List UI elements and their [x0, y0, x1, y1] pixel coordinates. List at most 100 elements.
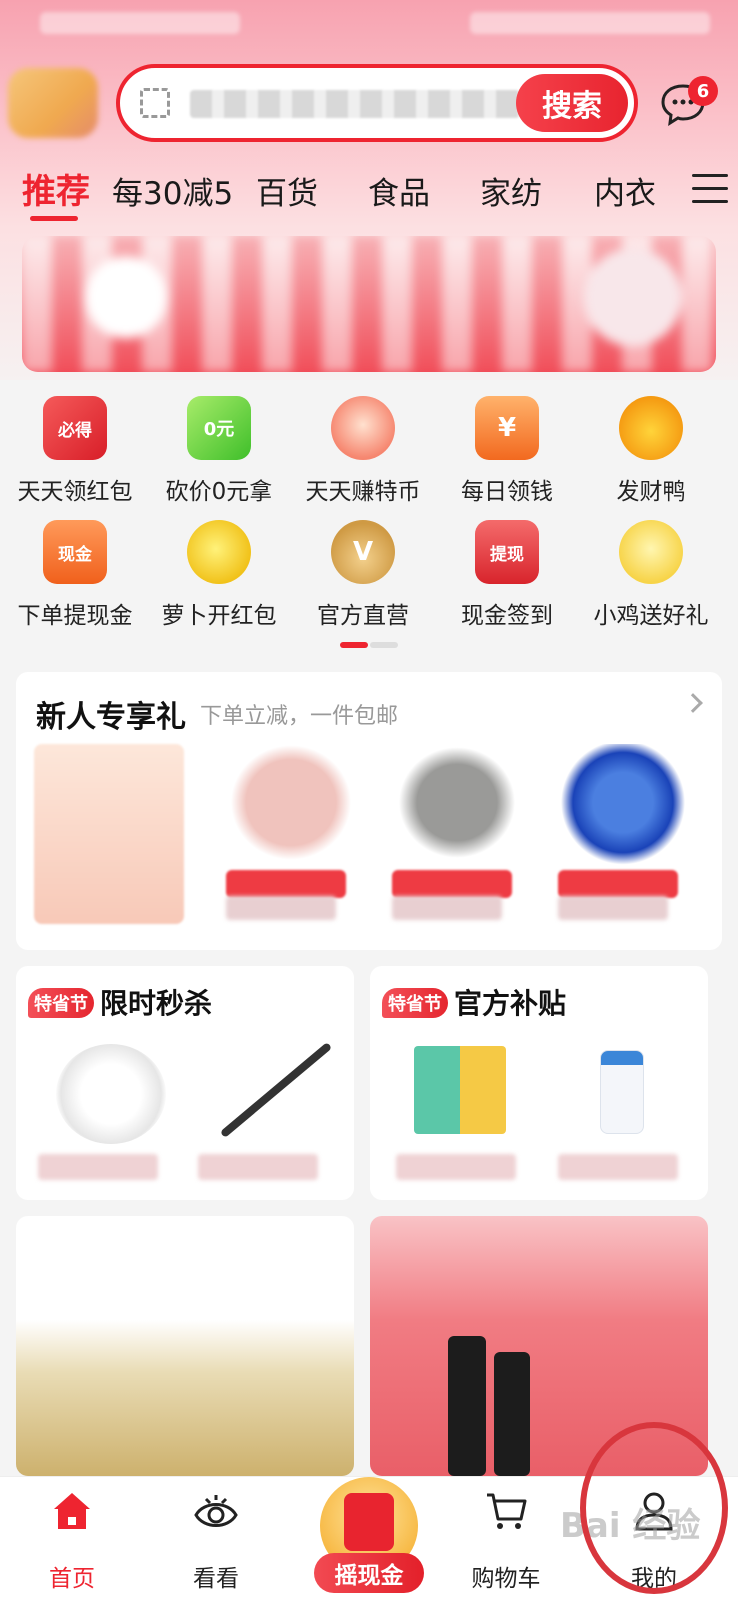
- product-sock-image: [382, 744, 532, 874]
- tab-cart[interactable]: 购物车: [436, 1477, 576, 1600]
- shortcut-chick-gift[interactable]: 小鸡送好礼: [578, 512, 724, 634]
- chevron-right-icon[interactable]: [683, 693, 703, 713]
- tab-home[interactable]: 首页: [2, 1477, 142, 1600]
- festival-badge: 特省节: [28, 988, 94, 1018]
- shortcut-label: 萝卜开红包: [161, 603, 277, 629]
- shortcut-lucky-duck[interactable]: 发财鸭: [578, 388, 724, 510]
- app-logo[interactable]: [8, 68, 98, 138]
- shortcut-grid: 必得 天天领红包 0元 砍价0元拿 天天赚特币 ¥ 每日领钱 发财鸭 现金 下单…: [0, 384, 738, 654]
- tab-every30-minus5[interactable]: 每30减5: [112, 168, 233, 213]
- product-price: [392, 896, 502, 920]
- tab-watch[interactable]: 看看: [146, 1477, 286, 1600]
- tab-cart-label: 购物车: [471, 1566, 541, 1592]
- promo-banner[interactable]: [22, 236, 716, 372]
- zero-yuan-hand-icon: 0元: [187, 396, 251, 460]
- chick-icon: [619, 520, 683, 584]
- product-price: [558, 896, 668, 920]
- shortcut-earn-coins[interactable]: 天天赚特币: [290, 388, 436, 510]
- product-price: [198, 1154, 318, 1180]
- message-button[interactable]: 6: [660, 76, 720, 136]
- pager-dot-active: [340, 642, 368, 648]
- tab-watch-label: 看看: [193, 1566, 239, 1592]
- flash-sale-title: 限时秒杀: [100, 987, 213, 1020]
- cart-cash-icon: 现金: [43, 520, 107, 584]
- tab-general-goods[interactable]: 百货: [256, 168, 318, 213]
- product-football-image: [548, 744, 698, 874]
- shortcut-carrot-envelope[interactable]: 萝卜开红包: [146, 512, 292, 634]
- message-badge: 6: [688, 76, 718, 106]
- cat-coin-icon: [331, 396, 395, 460]
- shortcut-label: 现金签到: [461, 603, 553, 629]
- highlight-circle: [580, 1422, 728, 1594]
- shortcut-label: 小鸡送好礼: [593, 603, 709, 629]
- newbie-coupon[interactable]: [34, 744, 184, 924]
- withdraw-box-icon: 提现: [475, 520, 539, 584]
- shortcut-label: 下单提现金: [17, 603, 133, 629]
- red-envelope-icon: 必得: [43, 396, 107, 460]
- newbie-product[interactable]: [382, 744, 532, 924]
- product-lotion-image[interactable]: [600, 1050, 644, 1134]
- shortcut-official-store[interactable]: V 官方直营: [290, 512, 436, 634]
- red-envelope-icon: [344, 1493, 394, 1551]
- tab-shake-cash[interactable]: 摇现金: [314, 1469, 424, 1600]
- newbie-tag: [226, 870, 346, 898]
- product-boots-image: [494, 1352, 530, 1476]
- tab-shake-cash-label: 摇现金: [314, 1553, 424, 1593]
- shortcut-label: 砍价0元拿: [165, 479, 273, 505]
- shortcut-bargain[interactable]: 0元 砍价0元拿: [146, 388, 292, 510]
- festival-badge: 特省节: [382, 988, 448, 1018]
- product-boots-image: [448, 1336, 486, 1476]
- subsidy-card[interactable]: 特省节 官方补贴: [370, 966, 708, 1200]
- shortcut-red-envelope[interactable]: 必得 天天领红包: [2, 388, 148, 510]
- status-bar: [0, 0, 738, 50]
- carrot-envelope-icon: [187, 520, 251, 584]
- search-button[interactable]: 搜索: [516, 74, 628, 132]
- product-price: [396, 1154, 516, 1180]
- wallet-yuan-icon: ¥: [475, 396, 539, 460]
- search-input[interactable]: 搜索: [116, 64, 638, 142]
- newbie-tag: [392, 870, 512, 898]
- newbie-gift-card[interactable]: 新人专享礼 下单立减，一件包邮: [16, 672, 722, 950]
- search-placeholder: [190, 90, 520, 118]
- product-cotton-pads-image[interactable]: [56, 1044, 166, 1144]
- tab-underwear[interactable]: 内衣: [594, 168, 656, 213]
- shortcut-order-cash[interactable]: 现金 下单提现金: [2, 512, 148, 634]
- shortcut-label: 天天赚特币: [305, 479, 421, 505]
- rabbit-v-icon: V: [331, 520, 395, 584]
- grid-pager: [340, 642, 398, 648]
- category-menu-icon[interactable]: [692, 174, 728, 204]
- product-underwear-image: [216, 744, 366, 874]
- shortcut-label: 每日领钱: [461, 479, 553, 505]
- shortcut-label: 天天领红包: [17, 479, 133, 505]
- duck-icon: [619, 396, 683, 460]
- home-icon: [54, 1493, 90, 1529]
- scan-icon[interactable]: [140, 88, 170, 118]
- product-price: [226, 896, 336, 920]
- product-mask-image[interactable]: [414, 1046, 506, 1134]
- newbie-product[interactable]: [216, 744, 366, 924]
- shortcut-cash-checkin[interactable]: 提现 现金签到: [434, 512, 580, 634]
- shortcut-label: 官方直营: [317, 603, 409, 629]
- newbie-tag: [558, 870, 678, 898]
- product-wiper-image[interactable]: [219, 1041, 333, 1139]
- coupon-image: [34, 744, 184, 924]
- header: 搜索 6: [0, 58, 738, 148]
- banner-image: [22, 236, 716, 372]
- product-price: [38, 1154, 158, 1180]
- newbie-product[interactable]: [548, 744, 698, 924]
- newbie-subtitle: 下单立减，一件包邮: [200, 704, 399, 729]
- tab-recommend[interactable]: 推荐: [22, 164, 90, 213]
- eye-icon: [194, 1495, 238, 1527]
- category-tabs: 推荐 每30减5 百货 食品 家纺 内衣: [0, 160, 738, 224]
- newbie-title: 新人专享礼: [36, 700, 186, 735]
- tab-food[interactable]: 食品: [368, 168, 430, 213]
- product-price: [558, 1154, 678, 1180]
- tab-home-textile[interactable]: 家纺: [480, 168, 542, 213]
- tab-home-label: 首页: [49, 1566, 95, 1592]
- feed-item[interactable]: [16, 1216, 354, 1476]
- shortcut-daily-cash[interactable]: ¥ 每日领钱: [434, 388, 580, 510]
- cart-icon: [487, 1493, 527, 1529]
- flash-sale-card[interactable]: 特省节 限时秒杀: [16, 966, 354, 1200]
- active-tab-underline: [30, 216, 78, 221]
- subsidy-title: 官方补贴: [454, 987, 567, 1020]
